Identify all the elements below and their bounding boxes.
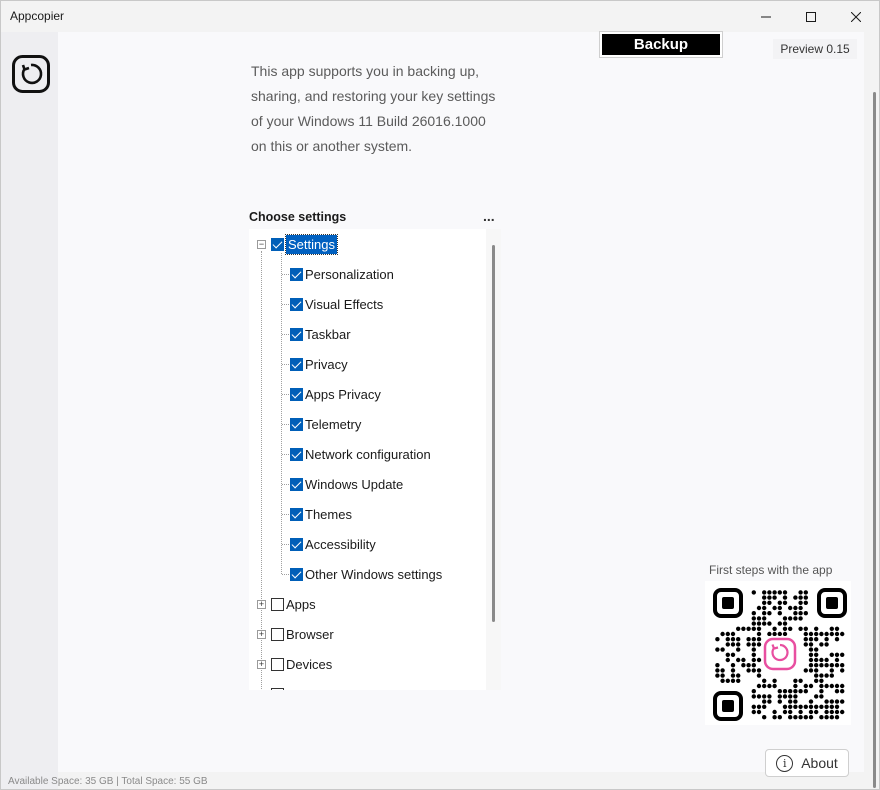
tree-node-label: Privacy xyxy=(305,356,348,372)
checkbox[interactable] xyxy=(290,537,303,551)
tree-node-label: Other Windows settings xyxy=(305,566,443,582)
maximize-icon xyxy=(806,11,816,22)
tree-guide-line xyxy=(261,251,262,690)
tree-node-devices[interactable]: Devices xyxy=(271,653,332,675)
minimize-icon xyxy=(761,16,771,17)
info-icon: i xyxy=(776,754,794,772)
checkbox[interactable] xyxy=(290,387,303,401)
minimize-button[interactable] xyxy=(743,1,789,32)
more-options-button[interactable]: ... xyxy=(483,208,495,224)
checkbox[interactable] xyxy=(271,627,284,641)
maximize-button[interactable] xyxy=(788,1,834,32)
tree-scrollbar[interactable] xyxy=(486,229,501,690)
expand-toggle[interactable]: + xyxy=(257,660,266,669)
checkbox[interactable] xyxy=(271,237,284,251)
window-scrollbar[interactable] xyxy=(865,32,879,788)
choose-settings-heading: Choose settings xyxy=(249,210,347,224)
tree-node-apps[interactable]: Apps xyxy=(271,593,316,615)
about-label: About xyxy=(801,755,838,771)
tree-node-windows-update[interactable]: Windows Update xyxy=(290,473,403,495)
tree-node-label: Browser xyxy=(286,626,334,642)
tree-node-themes[interactable]: Themes xyxy=(290,503,352,525)
status-bar-text: Available Space: 35 GB | Total Space: 55… xyxy=(8,776,208,787)
tree-node-apps-privacy[interactable]: Apps Privacy xyxy=(290,383,381,405)
app-logo-icon[interactable] xyxy=(12,55,50,93)
title-bar[interactable]: Appcopier xyxy=(1,1,879,32)
tree-node-taskbar[interactable]: Taskbar xyxy=(290,323,351,345)
qr-caption: First steps with the app xyxy=(709,563,833,577)
checkbox[interactable] xyxy=(290,327,303,341)
preview-badge: Preview 0.15 xyxy=(773,39,857,59)
intro-text: This app supports you in backing up, sha… xyxy=(251,63,496,154)
tree-node-network-configuration[interactable]: Network configuration xyxy=(290,443,431,465)
tree-node-label: Accessibility xyxy=(305,536,376,552)
close-button[interactable] xyxy=(833,1,879,32)
expand-toggle[interactable]: + xyxy=(257,630,266,639)
checkbox[interactable] xyxy=(290,357,303,371)
collapse-toggle[interactable]: − xyxy=(257,240,266,249)
tree-node-partial[interactable] xyxy=(271,683,286,690)
checkbox[interactable] xyxy=(271,687,284,690)
tree-node-telemetry[interactable]: Telemetry xyxy=(290,413,361,435)
checkbox[interactable] xyxy=(271,657,284,671)
tree-node-label: Themes xyxy=(305,506,352,522)
tree-node-label: Devices xyxy=(286,656,333,672)
tree-node-settings[interactable]: Settings xyxy=(271,233,338,255)
tree-scroll-thumb[interactable] xyxy=(492,245,495,622)
tree-node-other-windows-settings[interactable]: Other Windows settings xyxy=(290,563,442,585)
checkbox[interactable] xyxy=(271,597,284,611)
tree-node-browser[interactable]: Browser xyxy=(271,623,334,645)
tree-node-label: Network configuration xyxy=(305,446,431,462)
tree-node-label: Personalization xyxy=(305,266,394,282)
tree-node-privacy[interactable]: Privacy xyxy=(290,353,348,375)
window-title: Appcopier xyxy=(10,9,65,23)
tree-node-personalization[interactable]: Personalization xyxy=(290,263,394,285)
checkbox[interactable] xyxy=(290,567,303,581)
tree-node-label: Telemetry xyxy=(305,416,362,432)
backup-label: Backup xyxy=(602,34,720,55)
close-icon xyxy=(851,11,861,22)
checkbox[interactable] xyxy=(290,507,303,521)
sidebar xyxy=(1,32,58,789)
backup-button[interactable]: Backup xyxy=(599,31,723,58)
about-button[interactable]: i About xyxy=(765,749,849,777)
tree-node-label: Settings xyxy=(285,233,338,255)
window-scroll-thumb[interactable] xyxy=(873,92,876,788)
checkbox[interactable] xyxy=(290,297,303,311)
tree-node-label: Apps xyxy=(286,596,316,612)
settings-tree[interactable]: − Settings Personalization Visual Effect… xyxy=(249,229,501,690)
tree-node-label: Taskbar xyxy=(305,326,351,342)
checkbox[interactable] xyxy=(290,417,303,431)
app-window: Appcopier Backup Preview 0.15 This app s… xyxy=(0,0,880,790)
tree-guide-line xyxy=(281,253,282,574)
tree-node-label: Windows Update xyxy=(305,476,404,492)
expand-toggle[interactable]: + xyxy=(257,600,266,609)
qr-code-icon[interactable] xyxy=(705,581,851,725)
tree-node-label: Apps Privacy xyxy=(305,386,381,402)
tree-node-accessibility[interactable]: Accessibility xyxy=(290,533,376,555)
checkbox[interactable] xyxy=(290,447,303,461)
tree-node-visual-effects[interactable]: Visual Effects xyxy=(290,293,383,315)
checkbox[interactable] xyxy=(290,477,303,491)
tree-node-label: Visual Effects xyxy=(305,296,384,312)
checkbox[interactable] xyxy=(290,267,303,281)
